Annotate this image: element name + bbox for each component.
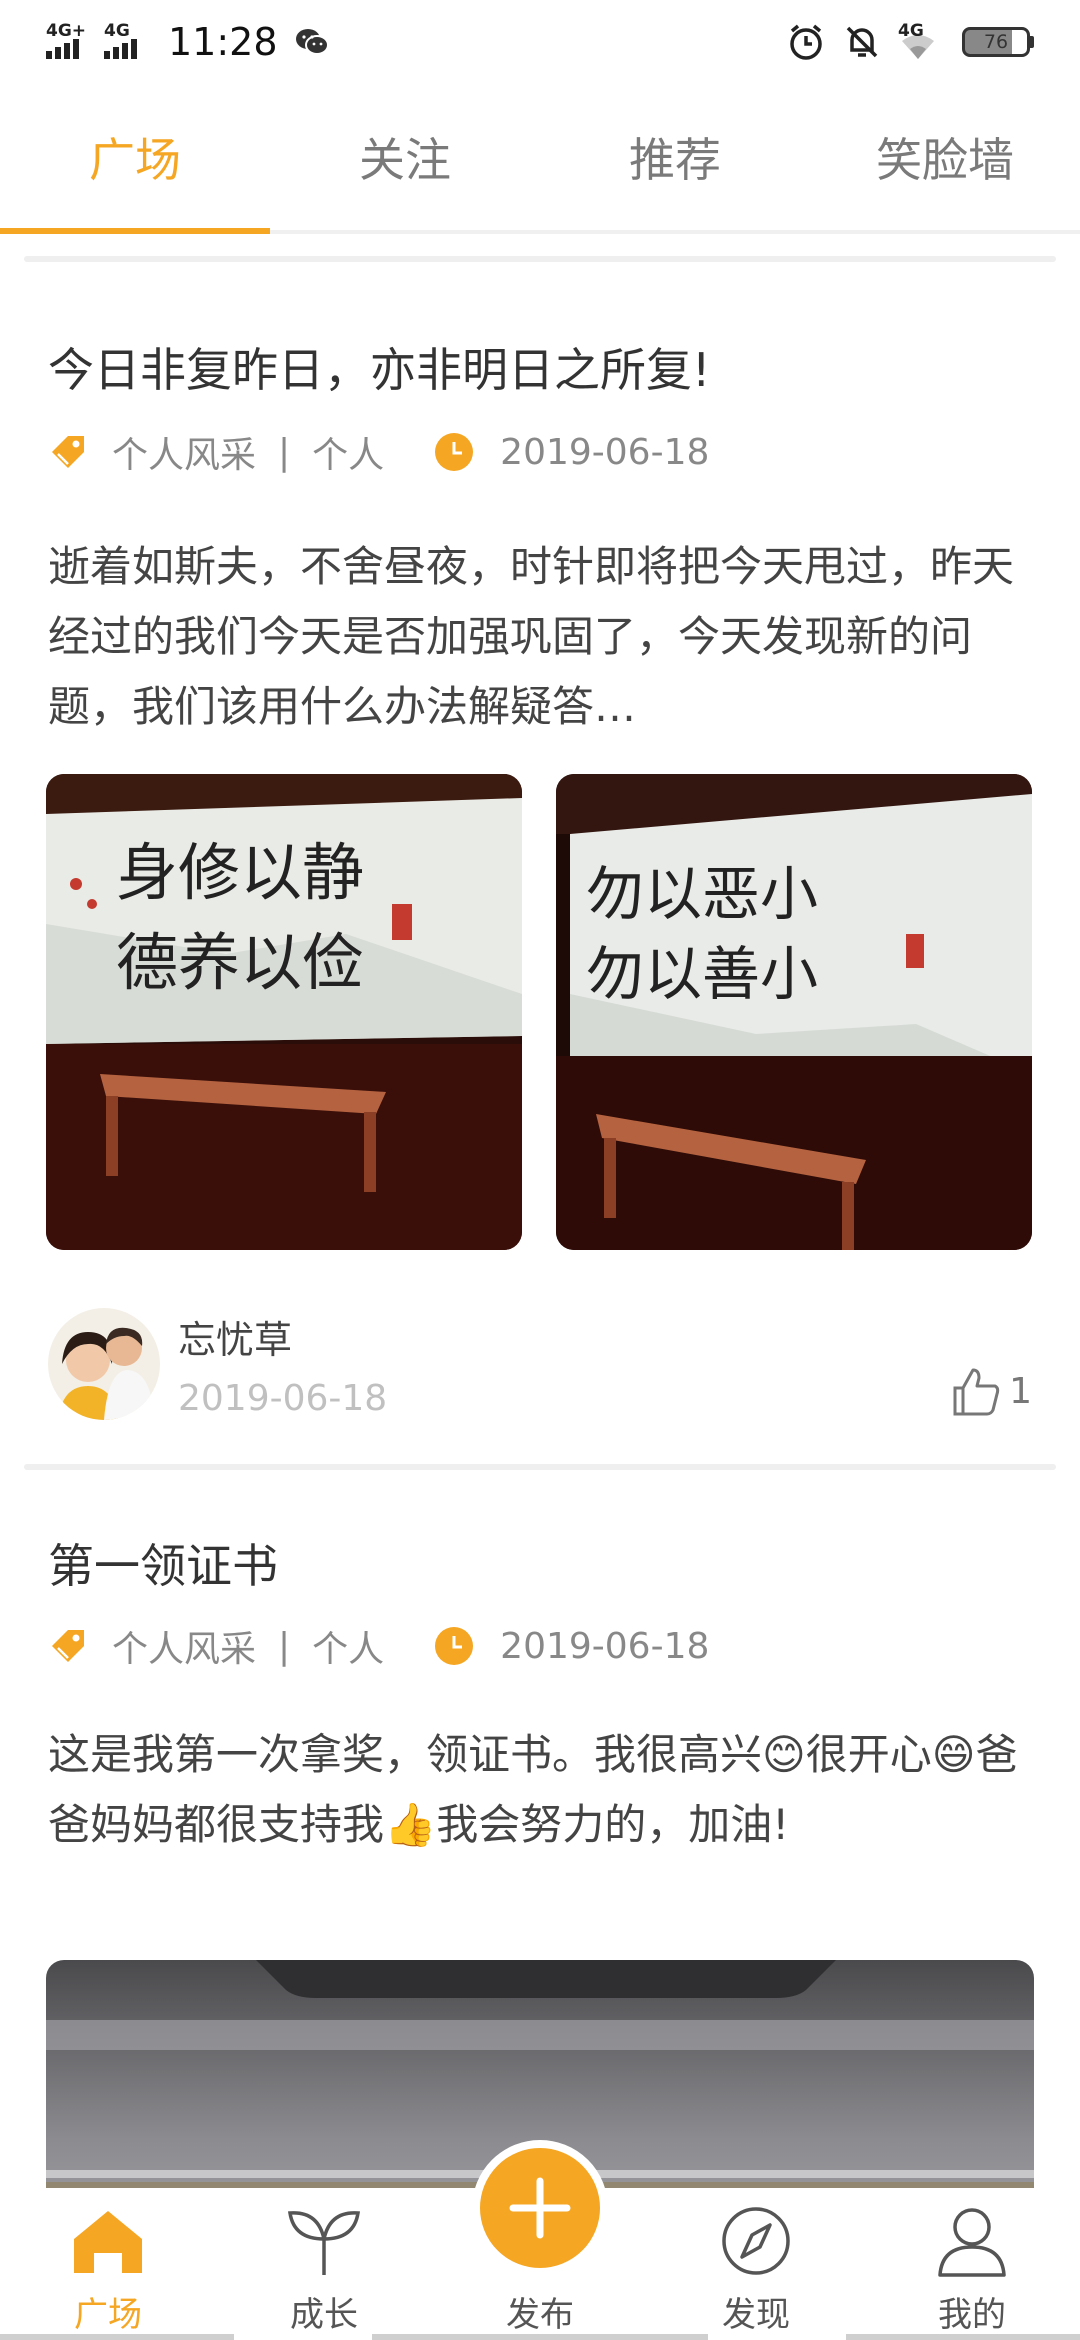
- nav-label: 我的: [938, 2295, 1006, 2335]
- sprout-icon: [287, 2211, 361, 2275]
- nav-label: 广场: [74, 2295, 142, 2335]
- top-tabs: 广场 关注 推荐 笑脸墙: [0, 84, 1080, 234]
- nav-label: 发现: [722, 2295, 790, 2335]
- svg-text:身修以静: 身修以静: [116, 836, 364, 909]
- like-button[interactable]: 1: [949, 1364, 1032, 1418]
- status-time: 11:28: [168, 20, 278, 64]
- tag-icon: [52, 436, 84, 468]
- post-date: 2019-06-18: [500, 431, 710, 473]
- post-title[interactable]: 第一领证书: [48, 1530, 278, 1596]
- author-name: 忘忧草: [178, 1318, 293, 1362]
- publish-button[interactable]: [472, 2140, 608, 2276]
- post-meta: 个人风采 | 个人 2019-06-18: [48, 1620, 709, 1672]
- thumbs-up-icon: [953, 1368, 1000, 1416]
- tag-icon: [52, 1630, 84, 1662]
- tab-recommended[interactable]: 推荐: [540, 84, 810, 230]
- nav-label: 发布: [506, 2295, 574, 2335]
- post-meta: 个人风采 | 个人 2019-06-18: [48, 426, 709, 478]
- post-photo[interactable]: 身修以静 德养以俭: [46, 774, 522, 1250]
- status-right: 4G 76: [786, 21, 1034, 62]
- nav-growth[interactable]: 成长: [216, 2188, 432, 2340]
- svg-text:勿以恶小: 勿以恶小: [586, 860, 818, 928]
- network-type: 4G: [898, 21, 924, 41]
- plus-icon: [509, 2177, 571, 2239]
- alarm-icon: [790, 24, 822, 60]
- home-indicator: [846, 2334, 1080, 2340]
- post-scope: 个人: [312, 1629, 385, 1670]
- wechat-icon: [295, 29, 329, 55]
- battery-level: 76: [962, 27, 1030, 57]
- feed: 今日非复昨日，亦非明日之所复! 个人风采 | 个人 2019-06-18 逝着如…: [0, 234, 1080, 2340]
- post-title[interactable]: 今日非复昨日，亦非明日之所复!: [48, 334, 710, 400]
- clock-icon: [435, 433, 474, 471]
- wifi-icon: 4G: [898, 21, 946, 59]
- post-card[interactable]: 今日非复昨日，亦非明日之所复! 个人风采 | 个人 2019-06-18 逝着如…: [0, 262, 1080, 1464]
- author[interactable]: 忘忧草 2019-06-18: [48, 1308, 387, 1420]
- signal-icon: 4G+: [46, 21, 94, 59]
- post-category: 个人风采: [112, 435, 257, 476]
- post-category: 个人风采: [112, 1629, 257, 1670]
- post-photo[interactable]: 勿以恶小 勿以善小: [556, 774, 1032, 1250]
- like-count: 1: [1009, 1370, 1032, 1412]
- author-date: 2019-06-18: [178, 1378, 388, 1419]
- post-scope: 个人: [312, 435, 385, 476]
- mute-icon: [846, 26, 878, 58]
- post-body[interactable]: 这是我第一次拿奖，领证书。我很高兴😊很开心😄爸爸妈妈都很支持我👍我会努力的，加油…: [48, 1720, 1038, 1860]
- avatar[interactable]: [48, 1308, 160, 1420]
- post-body[interactable]: 逝着如斯夫，不舍昼夜，时针即将把今天甩过，昨天经过的我们今天是否加强巩固了，今天…: [48, 532, 1038, 742]
- home-indicator: [0, 2334, 234, 2340]
- clock-icon: [435, 1627, 474, 1665]
- nav-discover[interactable]: 发现: [648, 2188, 864, 2340]
- nav-mine[interactable]: 我的: [864, 2188, 1080, 2340]
- home-icon: [74, 2211, 142, 2273]
- home-indicator: [372, 2334, 708, 2340]
- tab-square[interactable]: 广场: [0, 84, 270, 234]
- signal-icon: 4G: [104, 21, 152, 59]
- network-type: 4G: [104, 21, 130, 41]
- status-left: 4G+ 4G 11:28: [46, 20, 330, 64]
- tab-following[interactable]: 关注: [270, 84, 540, 230]
- status-bar: 4G+ 4G 11:28 4G 76: [0, 0, 1080, 84]
- svg-text:德养以俭: 德养以俭: [116, 926, 364, 999]
- network-type: 4G+: [46, 21, 87, 41]
- tab-smile-wall[interactable]: 笑脸墙: [810, 84, 1080, 230]
- nav-square[interactable]: 广场: [0, 2188, 216, 2340]
- post-date: 2019-06-18: [500, 1625, 710, 1667]
- svg-text:勿以善小: 勿以善小: [586, 940, 818, 1008]
- nav-label: 成长: [290, 2295, 358, 2335]
- battery-icon: 76: [962, 27, 1034, 57]
- user-icon: [938, 2208, 1006, 2277]
- compass-icon: [722, 2207, 790, 2275]
